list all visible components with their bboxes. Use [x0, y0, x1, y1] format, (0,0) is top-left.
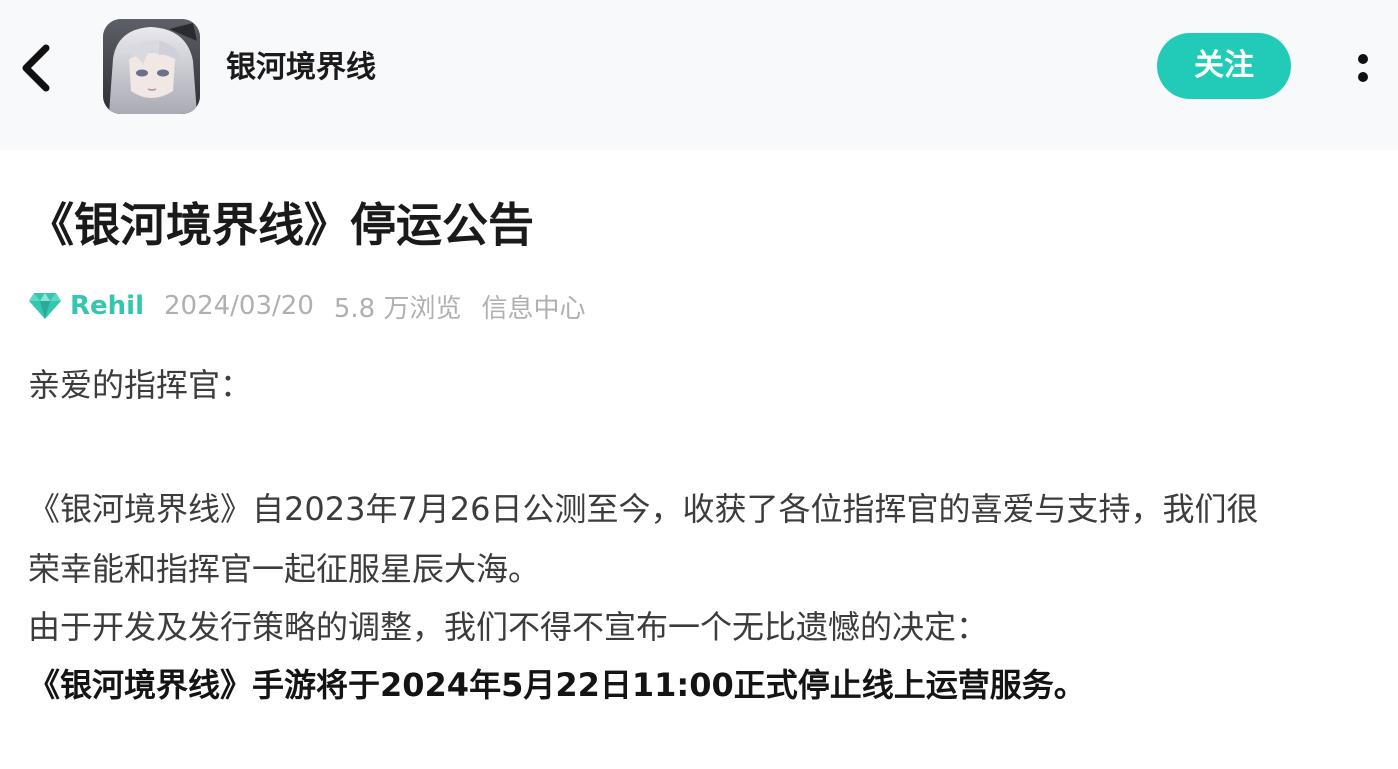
follow-button[interactable]: 关注 [1157, 33, 1291, 99]
article-title: 《银河境界线》停运公告 [28, 198, 534, 252]
publish-date: 2024/03/20 [164, 291, 314, 321]
back-button[interactable] [14, 40, 58, 96]
more-vertical-icon-dot [1358, 72, 1368, 82]
more-vertical-icon [1358, 54, 1368, 64]
gem-icon [29, 293, 61, 319]
greeting: 亲爱的指挥官： [28, 366, 253, 404]
chevron-left-icon [22, 44, 50, 92]
paragraph-line: 荣幸能和指挥官一起征服星辰大海。 [28, 550, 541, 588]
avatar-image [103, 19, 200, 114]
author-name[interactable]: Rehil [70, 291, 144, 321]
announcement-line: 《银河境界线》手游将于2024年5月22日11:00正式停止线上运营服务。 [28, 666, 1086, 704]
category-label[interactable]: 信息中心 [481, 288, 585, 325]
more-options-button[interactable] [1346, 46, 1380, 90]
paragraph-line: 《银河境界线》自2023年7月26日公测至今，收获了各位指挥官的喜爱与支持，我们… [28, 490, 1259, 528]
paragraph-line: 由于开发及发行策略的调整，我们不得不宣布一个无比遗憾的决定： [28, 608, 989, 646]
avatar[interactable] [103, 19, 200, 114]
page: 银河境界线 关注 《银河境界线》停运公告 Rehil 2024/03/20 5.… [0, 0, 1398, 769]
channel-name[interactable]: 银河境界线 [226, 46, 376, 90]
article-meta: Rehil 2024/03/20 5.8 万浏览 信息中心 [28, 286, 606, 326]
top-bar: 银河境界线 关注 [0, 0, 1398, 150]
view-count: 5.8 万浏览 [333, 293, 462, 324]
